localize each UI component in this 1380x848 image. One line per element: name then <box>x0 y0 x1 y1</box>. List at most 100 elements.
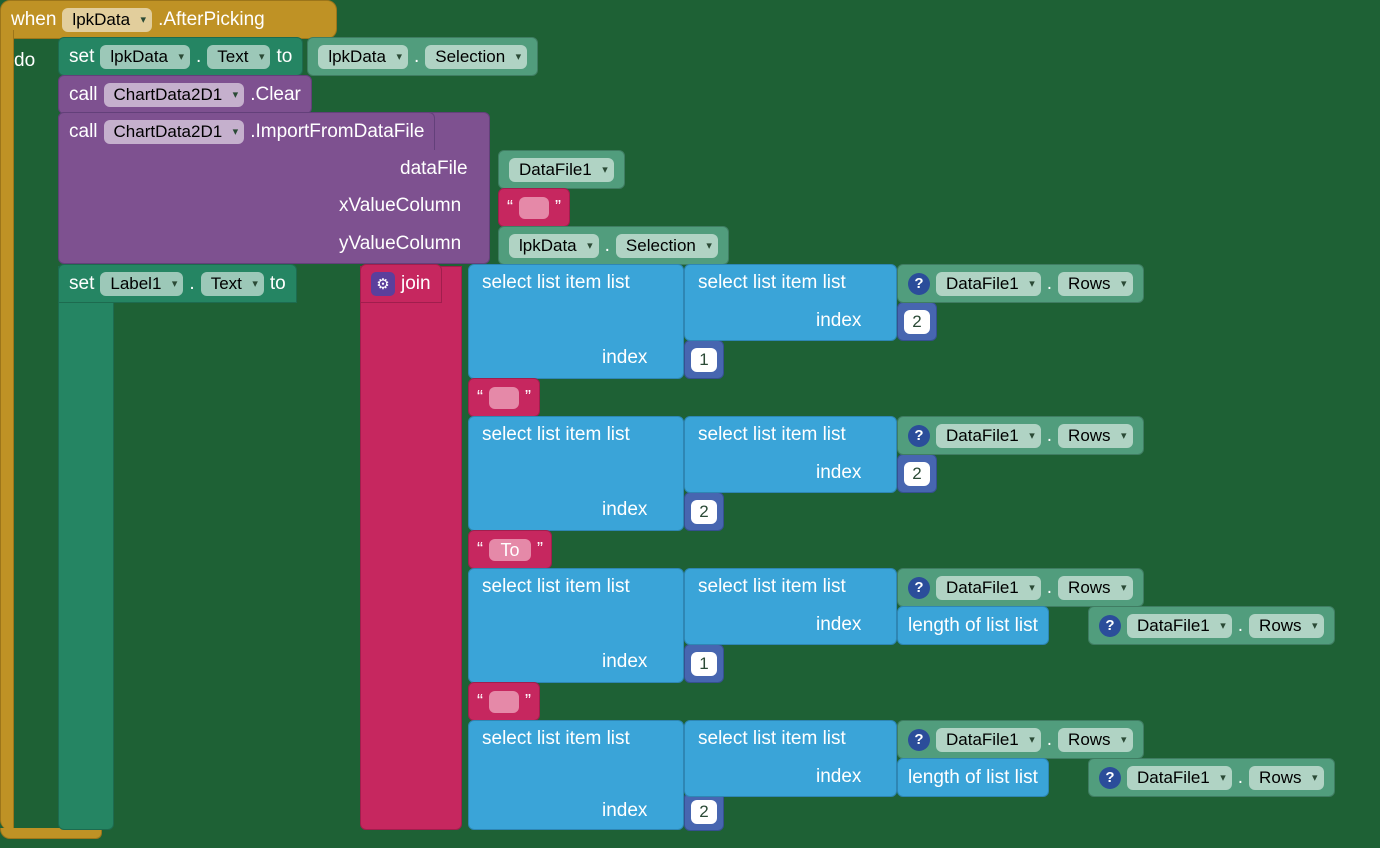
index-val-3a[interactable]: 1 <box>684 644 724 683</box>
set-block-1[interactable]: set lpkData . Text to <box>58 37 303 76</box>
help-icon[interactable]: ? <box>908 425 930 447</box>
when-keyword: when <box>11 9 56 31</box>
to-keyword: to <box>276 46 292 68</box>
index-label-1a: index <box>602 347 647 369</box>
dot: . <box>196 46 201 68</box>
dot: . <box>1047 729 1052 751</box>
index-label-3a: index <box>602 651 647 673</box>
join-body <box>360 266 462 830</box>
to-keyword: to <box>270 273 286 295</box>
help-icon[interactable]: ? <box>1099 767 1121 789</box>
help-icon[interactable]: ? <box>908 729 930 751</box>
call1-component-dropdown[interactable]: ChartData2D1 <box>104 83 245 107</box>
index-label-2b: index <box>816 462 861 484</box>
rows-get-len1[interactable]: ? DataFile1 . Rows <box>1088 606 1335 645</box>
set-keyword: set <box>69 273 94 295</box>
datafile-dropdown-block[interactable]: DataFile1 <box>498 150 625 189</box>
rows-get-3[interactable]: ? DataFile1 . Rows <box>897 568 1144 607</box>
help-icon[interactable]: ? <box>908 273 930 295</box>
help-icon[interactable]: ? <box>1099 615 1121 637</box>
rows-get-2[interactable]: ? DataFile1 . Rows <box>897 416 1144 455</box>
index-label-4a: index <box>602 800 647 822</box>
length-label: length of list list <box>908 767 1038 789</box>
join-keyword: join <box>401 273 431 295</box>
index-label-2a: index <box>602 499 647 521</box>
set2-property-dropdown[interactable]: Text <box>201 272 264 296</box>
set-block-2[interactable]: set Label1 . Text to <box>58 264 297 303</box>
set2-frame <box>58 266 114 830</box>
index-number[interactable]: 2 <box>691 500 717 524</box>
index-number[interactable]: 2 <box>691 800 717 824</box>
length-block-1[interactable]: length of list list <box>897 606 1049 645</box>
get1-component-dropdown[interactable]: lpkData <box>318 45 408 69</box>
rows-dropdown[interactable]: Rows <box>1058 272 1133 296</box>
index-val-4a[interactable]: 2 <box>684 792 724 831</box>
set1-property-dropdown[interactable]: Text <box>207 45 270 69</box>
rows-get-len2[interactable]: ? DataFile1 . Rows <box>1088 758 1335 797</box>
call-keyword: call <box>69 121 98 143</box>
join-text-1[interactable]: “ ” <box>468 378 540 417</box>
index-number[interactable]: 1 <box>691 652 717 676</box>
datafile-dropdown[interactable]: DataFile1 <box>936 272 1041 296</box>
set2-component-dropdown[interactable]: Label1 <box>100 272 183 296</box>
datafile-dropdown[interactable]: DataFile1 <box>936 576 1041 600</box>
datafile-dropdown[interactable]: DataFile1 <box>936 424 1041 448</box>
dot: . <box>1047 577 1052 599</box>
gear-icon[interactable]: ⚙ <box>371 272 395 296</box>
index-val-2b[interactable]: 2 <box>897 454 937 493</box>
datafile-dropdown[interactable]: DataFile1 <box>936 728 1041 752</box>
arg-ycol-label: yValueColumn <box>339 233 461 255</box>
length-block-2[interactable]: length of list list <box>897 758 1049 797</box>
dot: . <box>1238 615 1243 637</box>
text-value[interactable]: To <box>489 539 531 561</box>
rows-dropdown[interactable]: Rows <box>1249 766 1324 790</box>
xcol-text-block[interactable]: “ ” <box>498 188 570 227</box>
index-number[interactable]: 2 <box>904 462 930 486</box>
call1-method: .Clear <box>250 84 301 106</box>
join-text-to[interactable]: “ To ” <box>468 530 552 569</box>
index-label-4b: index <box>816 766 861 788</box>
text-value[interactable] <box>489 387 519 409</box>
ycol-component-dropdown[interactable]: lpkData <box>509 234 599 258</box>
event-frame-side <box>0 30 14 830</box>
ycol-get-block[interactable]: lpkData . Selection <box>498 226 729 265</box>
quote-close: ” <box>525 691 531 712</box>
get-block-1[interactable]: lpkData . Selection <box>307 37 538 76</box>
call-clear-block[interactable]: call ChartData2D1 .Clear <box>58 75 312 114</box>
rows-dropdown[interactable]: Rows <box>1058 576 1133 600</box>
call2-method: .ImportFromDataFile <box>250 121 424 143</box>
rows-dropdown[interactable]: Rows <box>1058 728 1133 752</box>
quote-open: “ <box>477 387 483 408</box>
rows-dropdown[interactable]: Rows <box>1058 424 1133 448</box>
join-block[interactable]: ⚙ join <box>360 264 442 303</box>
help-icon[interactable]: ? <box>908 577 930 599</box>
set1-component-dropdown[interactable]: lpkData <box>100 45 190 69</box>
datafile-dropdown[interactable]: DataFile1 <box>1127 614 1232 638</box>
arg-datafile-label: dataFile <box>400 158 468 180</box>
call2-component-dropdown[interactable]: ChartData2D1 <box>104 120 245 144</box>
index-number[interactable]: 2 <box>904 310 930 334</box>
select-label-4b: select list item list <box>698 728 846 750</box>
rows-dropdown[interactable]: Rows <box>1249 614 1324 638</box>
call-keyword: call <box>69 84 98 106</box>
call-import-block[interactable]: call ChartData2D1 .ImportFromDataFile <box>58 112 435 150</box>
dot: . <box>189 273 194 295</box>
text-value[interactable] <box>489 691 519 713</box>
index-val-2a[interactable]: 2 <box>684 492 724 531</box>
index-number[interactable]: 1 <box>691 348 717 372</box>
dot: . <box>1047 425 1052 447</box>
index-val-1a[interactable]: 1 <box>684 340 724 379</box>
select-label-1a: select list item list <box>482 272 630 294</box>
rows-get-1[interactable]: ? DataFile1 . Rows <box>897 264 1144 303</box>
rows-get-4[interactable]: ? DataFile1 . Rows <box>897 720 1144 759</box>
join-text-2[interactable]: “ ” <box>468 682 540 721</box>
xcol-text[interactable] <box>519 197 549 219</box>
dot: . <box>1047 273 1052 295</box>
event-component-dropdown[interactable]: lpkData <box>62 8 152 32</box>
event-block[interactable]: when lpkData .AfterPicking <box>0 0 337 39</box>
get1-property-dropdown[interactable]: Selection <box>425 45 527 69</box>
index-val-1b[interactable]: 2 <box>897 302 937 341</box>
datafile-dropdown[interactable]: DataFile1 <box>1127 766 1232 790</box>
ycol-property-dropdown[interactable]: Selection <box>616 234 718 258</box>
datafile-dropdown[interactable]: DataFile1 <box>509 158 614 182</box>
